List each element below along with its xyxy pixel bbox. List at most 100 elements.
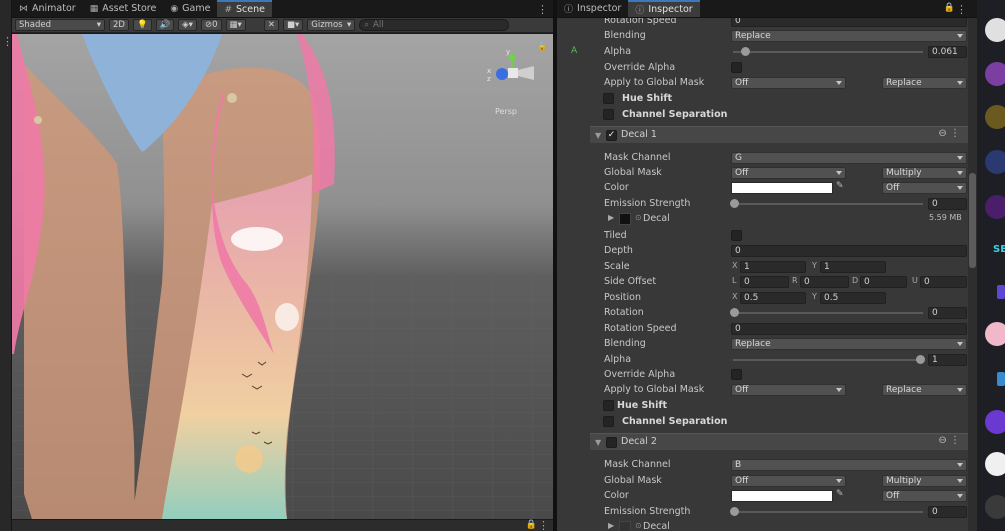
- offset-l-field[interactable]: 0: [740, 276, 789, 288]
- alpha-slider-thumb[interactable]: [741, 47, 750, 56]
- avatar[interactable]: [985, 105, 1005, 129]
- kebab-menu-icon[interactable]: ⋮: [950, 435, 960, 446]
- scale-y-field[interactable]: 1: [820, 261, 886, 273]
- global-mask-blend-dropdown[interactable]: Multiply: [882, 475, 967, 487]
- rotation-field[interactable]: 0: [928, 307, 967, 319]
- channel-separation-checkbox[interactable]: [603, 416, 614, 427]
- alpha-slider-thumb[interactable]: [916, 355, 925, 364]
- avatar[interactable]: [985, 195, 1005, 219]
- blending-dropdown[interactable]: Replace: [731, 30, 967, 42]
- decal-2-header[interactable]: ▼ Decal 2 ⊖ ⋮: [590, 433, 968, 450]
- gizmos-dropdown[interactable]: Gizmos ▾: [307, 19, 356, 31]
- object-picker-icon[interactable]: ⊙: [635, 213, 642, 222]
- shading-mode-dropdown[interactable]: Shaded ▾: [15, 19, 105, 31]
- global-mask-blend-dropdown[interactable]: Multiply: [882, 167, 967, 179]
- tab-inspector-2[interactable]: ⓘ Inspector: [628, 0, 700, 17]
- effects-dropdown-icon[interactable]: ◈▾: [178, 19, 197, 31]
- mask-channel-dropdown[interactable]: B: [731, 459, 967, 471]
- alpha-slider-track[interactable]: [733, 51, 923, 53]
- rotation-slider-thumb[interactable]: [730, 308, 739, 317]
- tools-icon[interactable]: ✕: [263, 19, 279, 31]
- tab-inspector-1[interactable]: ⓘ Inspector: [557, 0, 628, 17]
- toggle-2d-button[interactable]: 2D: [109, 19, 129, 31]
- mask-channel-dropdown[interactable]: G: [731, 152, 967, 164]
- decal-1-header[interactable]: ▼ ✓ Decal 1 ⊖ ⋮: [590, 126, 968, 143]
- texture-thumbnail[interactable]: [619, 521, 631, 531]
- alpha-field[interactable]: 1: [928, 354, 967, 366]
- blending-dropdown[interactable]: Replace: [731, 338, 967, 350]
- decal-2-enable-checkbox[interactable]: [606, 437, 617, 448]
- grid-toggle-icon[interactable]: ▦▾: [225, 19, 246, 31]
- rotation-speed-field[interactable]: 0: [731, 323, 967, 335]
- position-x-field[interactable]: 0.5: [740, 292, 806, 304]
- inspector-menu-icon[interactable]: ⋮: [956, 4, 967, 15]
- offset-d-field[interactable]: 0: [860, 276, 907, 288]
- apply-global-mask-dropdown[interactable]: Off: [731, 77, 846, 89]
- alpha-field[interactable]: 0.061: [928, 46, 967, 58]
- view-gizmo[interactable]: [496, 52, 534, 80]
- tiled-checkbox[interactable]: [731, 230, 742, 241]
- emission-slider-track[interactable]: [733, 203, 923, 205]
- override-alpha-checkbox[interactable]: [731, 62, 742, 73]
- avatar[interactable]: [985, 495, 1005, 519]
- hue-shift-checkbox[interactable]: [603, 400, 614, 411]
- scale-x-field[interactable]: 1: [740, 261, 806, 273]
- link-icon[interactable]: ⊖: [938, 435, 946, 446]
- scrollbar-thumb[interactable]: [969, 173, 976, 268]
- tab-animator[interactable]: ⋈ Animator: [12, 0, 83, 17]
- lighting-toggle-icon[interactable]: 💡: [132, 19, 152, 31]
- depth-field[interactable]: 0: [731, 245, 967, 257]
- foldout-arrow-icon[interactable]: ▼: [595, 438, 601, 447]
- tab-scene[interactable]: # Scene: [217, 0, 272, 17]
- offset-r-field[interactable]: 0: [800, 276, 849, 288]
- position-y-field[interactable]: 0.5: [820, 292, 886, 304]
- foldout-arrow-icon[interactable]: ▶: [608, 521, 614, 530]
- lock-icon[interactable]: 🔒: [526, 521, 537, 530]
- emission-slider-thumb[interactable]: [730, 507, 739, 516]
- avatar[interactable]: [985, 322, 1005, 346]
- camera-dropdown-icon[interactable]: ■▾: [282, 19, 304, 31]
- rotation-speed-field[interactable]: 0: [731, 18, 967, 27]
- inspector-scrollbar[interactable]: [968, 18, 977, 531]
- color-swatch[interactable]: [731, 182, 833, 194]
- kebab-menu-icon[interactable]: ⋮: [950, 128, 960, 139]
- bottom-menu-icon[interactable]: ⋮: [538, 520, 549, 531]
- color-swatch[interactable]: [731, 490, 833, 502]
- emission-slider-thumb[interactable]: [730, 199, 739, 208]
- avatar[interactable]: [985, 410, 1005, 434]
- decal-1-enable-checkbox[interactable]: ✓: [606, 130, 617, 141]
- hidden-objects-button[interactable]: ⊘ 0: [200, 19, 222, 31]
- hue-shift-checkbox[interactable]: [603, 93, 614, 104]
- foldout-arrow-icon[interactable]: ▼: [595, 131, 601, 140]
- eyedropper-icon[interactable]: ✎: [836, 489, 844, 499]
- apply-mask-mode-dropdown[interactable]: Replace: [882, 77, 967, 89]
- emission-field[interactable]: 0: [928, 198, 967, 210]
- apply-mask-mode-dropdown[interactable]: Replace: [882, 384, 967, 396]
- override-alpha-checkbox[interactable]: [731, 369, 742, 380]
- tab-asset-store[interactable]: ▦ Asset Store: [83, 0, 164, 17]
- persp-label[interactable]: Persp: [495, 107, 517, 116]
- color-mode-dropdown[interactable]: Off: [882, 490, 967, 502]
- avatar[interactable]: [985, 150, 1005, 174]
- lock-icon[interactable]: 🔒: [944, 4, 955, 13]
- color-mode-dropdown[interactable]: Off: [882, 182, 967, 194]
- global-mask-dropdown[interactable]: Off: [731, 475, 846, 487]
- emission-slider-track[interactable]: [733, 511, 923, 513]
- audio-toggle-icon[interactable]: 🔊: [155, 19, 175, 31]
- avatar[interactable]: [985, 18, 1005, 42]
- emission-field[interactable]: 0: [928, 506, 967, 518]
- apply-global-mask-dropdown[interactable]: Off: [731, 384, 846, 396]
- scene-viewport[interactable]: y x z Persp 🔒: [12, 34, 553, 519]
- texture-thumbnail[interactable]: [619, 213, 631, 225]
- channel-separation-checkbox[interactable]: [603, 109, 614, 120]
- rotation-slider-track[interactable]: [733, 312, 923, 314]
- avatar[interactable]: [985, 452, 1005, 476]
- tab-game[interactable]: ◉ Game: [163, 0, 217, 17]
- eyedropper-icon[interactable]: ✎: [836, 181, 844, 191]
- avatar[interactable]: [985, 62, 1005, 86]
- alpha-slider-track[interactable]: [733, 359, 923, 361]
- offset-u-field[interactable]: 0: [920, 276, 967, 288]
- foldout-arrow-icon[interactable]: ▶: [608, 213, 614, 222]
- scene-menu-icon[interactable]: ⋮: [537, 4, 548, 15]
- lock-icon[interactable]: 🔒: [537, 42, 547, 51]
